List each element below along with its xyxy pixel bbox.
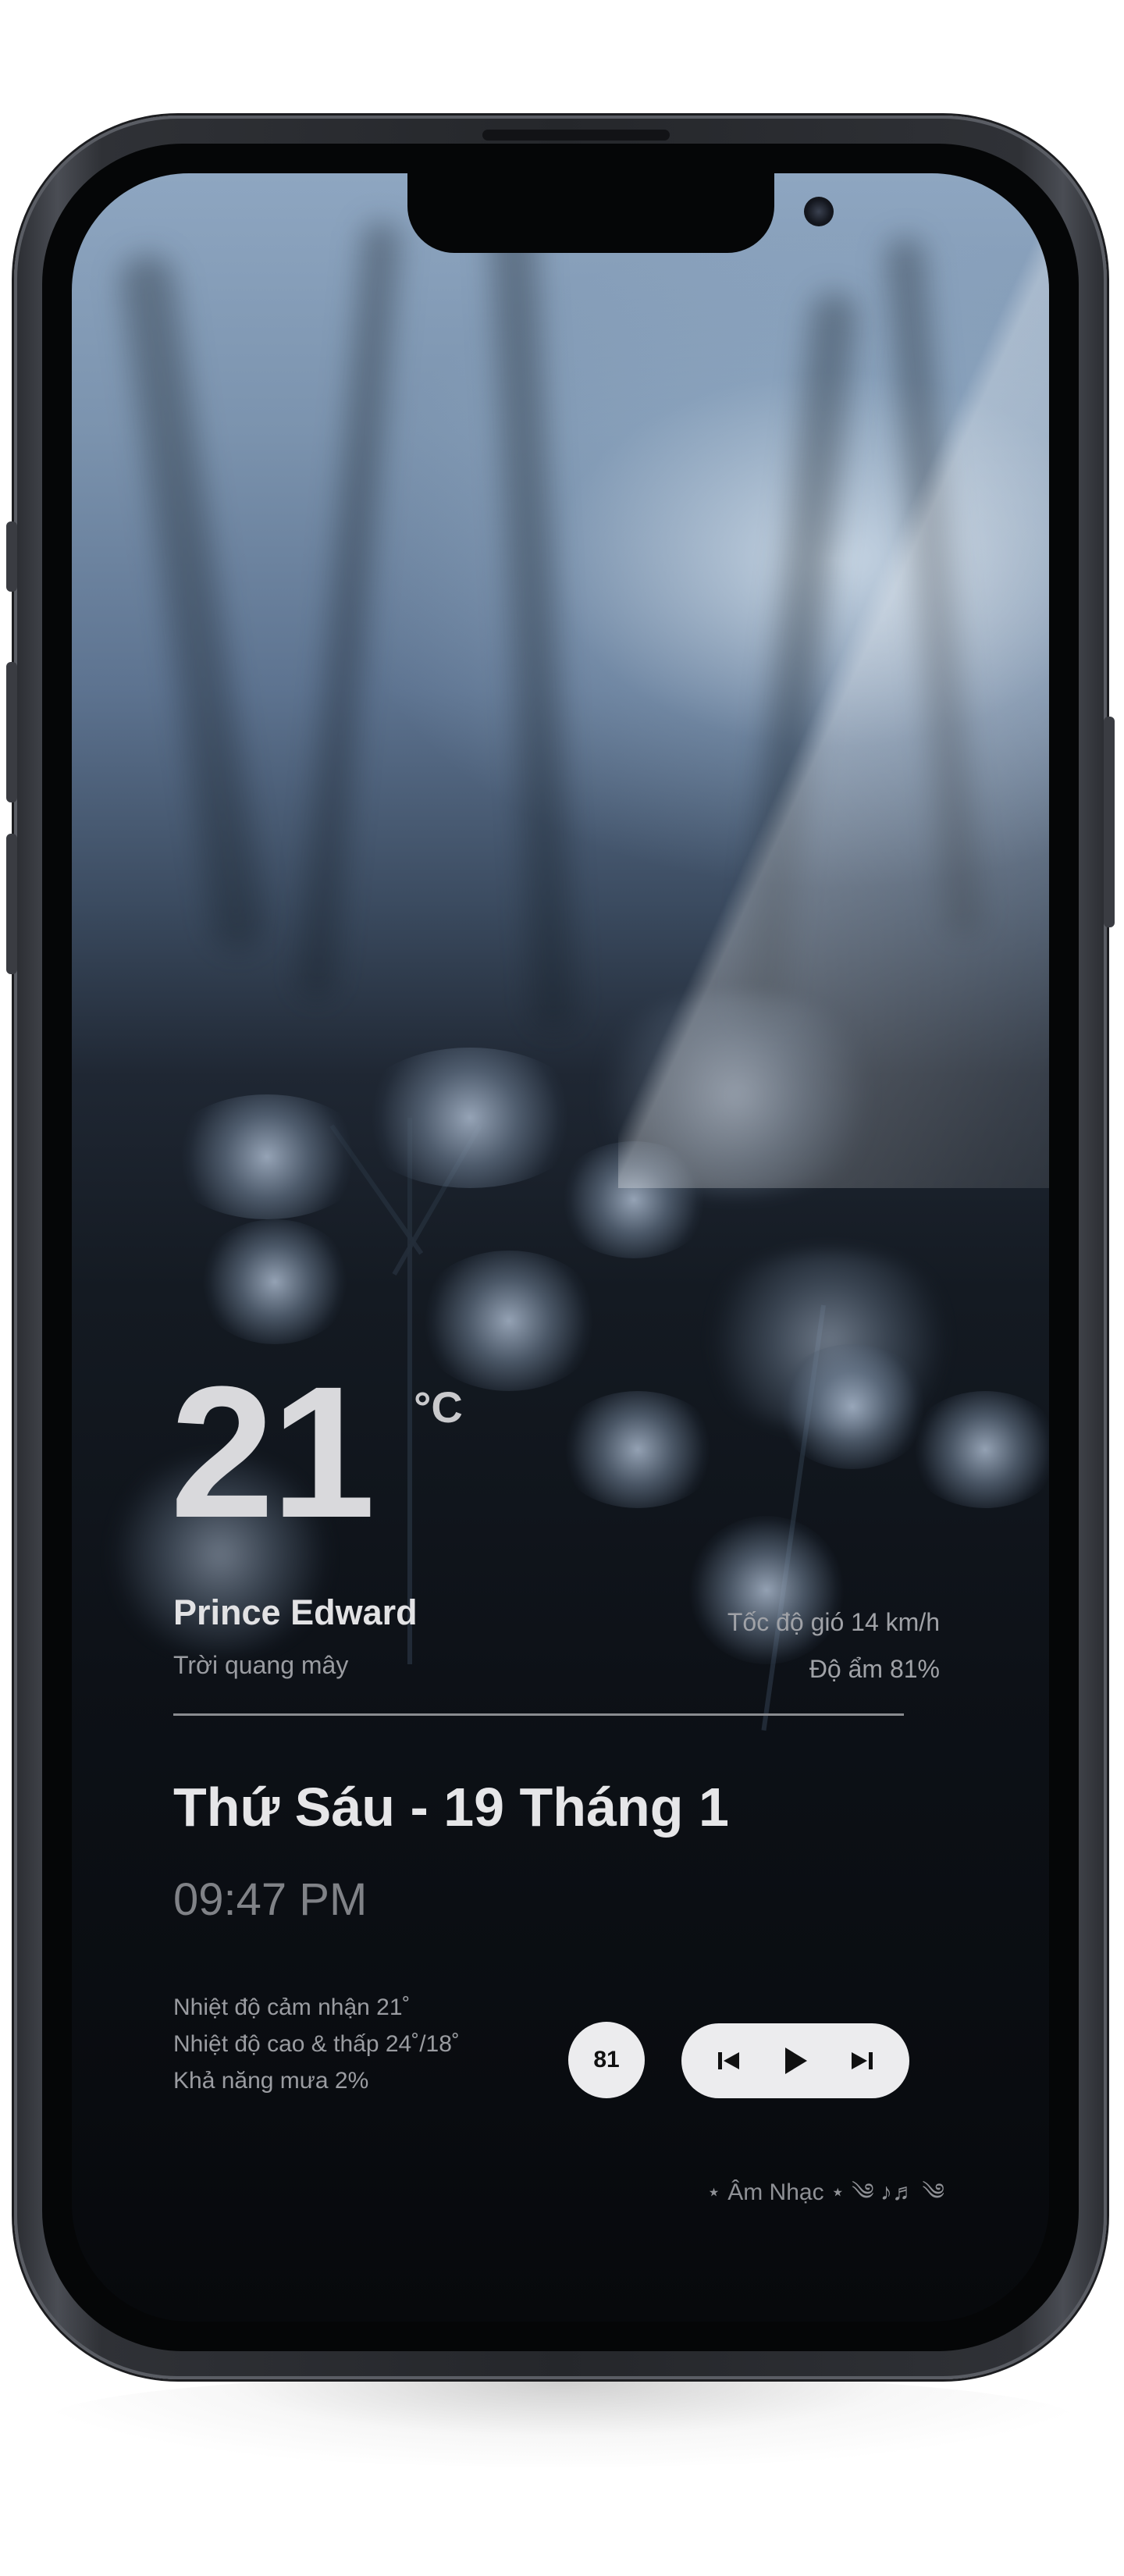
rain-chance: Khả năng mưa 2% <box>173 2068 369 2094</box>
next-track-button[interactable] <box>838 2037 885 2084</box>
music-label: ⋆ Âm Nhạc ⋆ ༄ ♪♬ ༄ <box>706 2179 944 2205</box>
background-stem <box>486 173 578 1033</box>
phone-reflection <box>47 2373 1077 2467</box>
background-stem <box>884 235 985 939</box>
weather-condition: Trời quang mây <box>173 1651 349 1679</box>
humidity: Độ ẩm 81% <box>809 1655 940 1683</box>
time-label: 09:47 PM <box>173 1874 368 1925</box>
flower-cluster <box>197 1219 353 1344</box>
divider <box>173 1713 904 1716</box>
media-player-controls <box>681 2023 909 2098</box>
battery-badge[interactable]: 81 <box>568 2022 645 2098</box>
flower-cluster <box>556 1141 712 1258</box>
city-name: Prince Edward <box>173 1592 418 1632</box>
flower-stem <box>407 1118 412 1664</box>
notch <box>407 173 834 253</box>
feels-like: Nhiệt độ cảm nhận 21˚ <box>173 1994 411 2020</box>
flower-cluster <box>165 1094 368 1219</box>
silent-switch[interactable] <box>6 521 17 592</box>
flower-cluster <box>353 1048 587 1188</box>
next-track-icon <box>852 2052 873 2069</box>
volume-up-button[interactable] <box>6 662 17 802</box>
power-button[interactable] <box>1104 717 1115 927</box>
background-stem <box>295 219 403 1002</box>
flower-cluster <box>415 1251 603 1391</box>
temperature-value: 21 <box>170 1347 375 1557</box>
previous-track-icon <box>717 2052 739 2069</box>
high-low-temp: Nhiệt độ cao & thấp 24˚/18˚ <box>173 2031 460 2057</box>
date-label: Thứ Sáu - 19 Tháng 1 <box>173 1777 729 1838</box>
flower-cluster <box>907 1391 1049 1508</box>
play-button[interactable] <box>772 2037 819 2084</box>
temperature-unit: °C <box>414 1382 463 1432</box>
volume-down-button[interactable] <box>6 834 17 974</box>
earpiece-speaker <box>482 130 670 141</box>
previous-track-button[interactable] <box>706 2037 752 2084</box>
wind-speed: Tốc độ gió 14 km/h <box>727 1608 940 1636</box>
camera-icon <box>804 197 834 226</box>
background-stem <box>116 251 269 955</box>
play-icon <box>784 2048 807 2074</box>
flower-cluster <box>556 1391 720 1508</box>
background-stem <box>735 290 860 1033</box>
flower-cluster <box>688 1516 845 1664</box>
